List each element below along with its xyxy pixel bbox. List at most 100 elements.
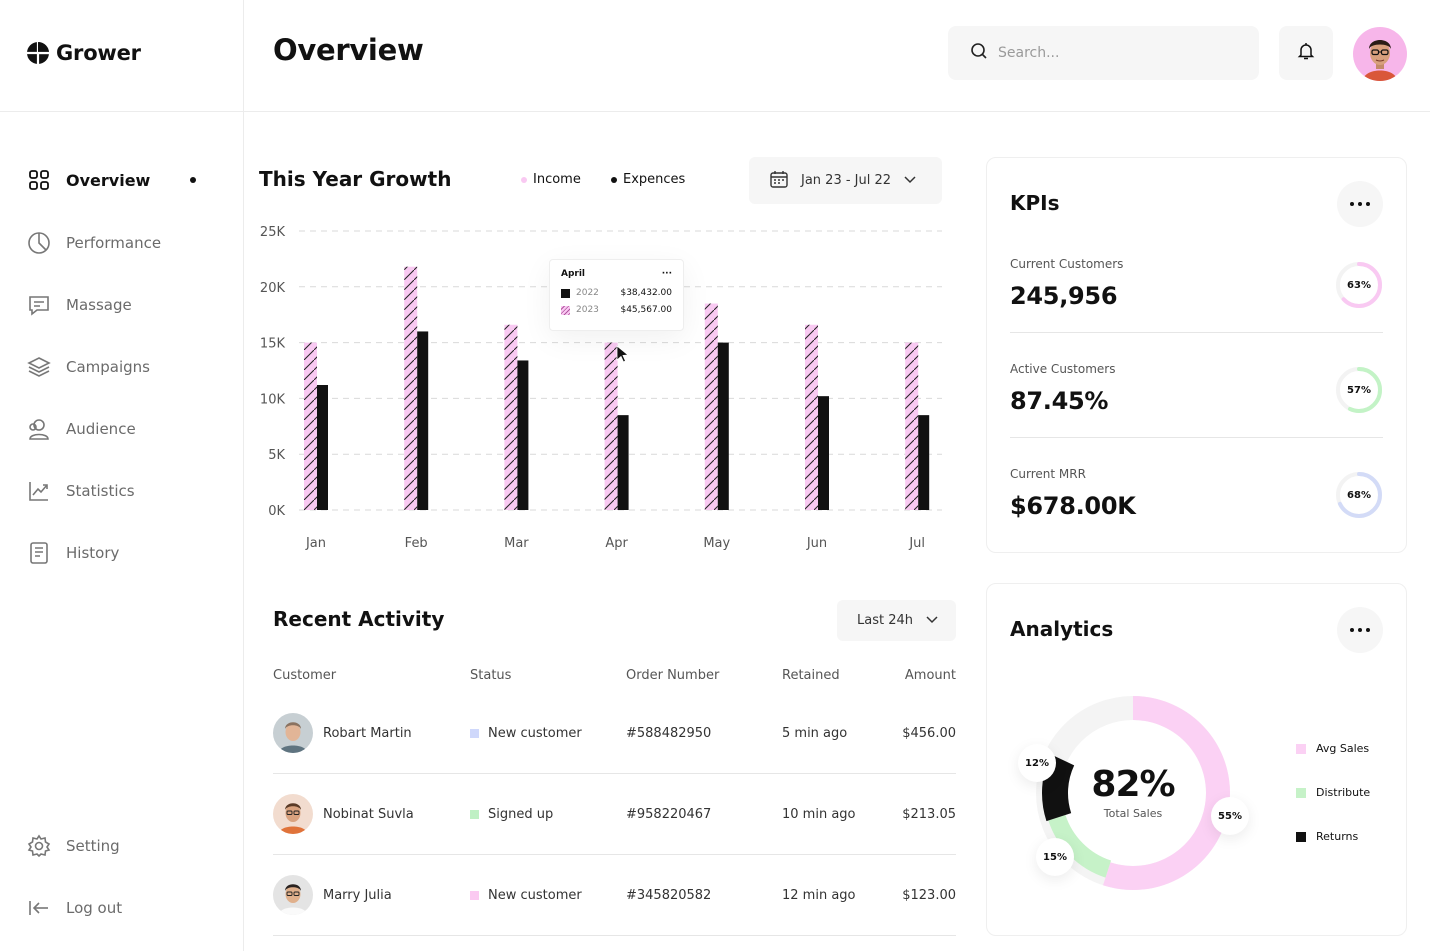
time-filter-label: Last 24h [857, 613, 913, 628]
logout-icon [26, 895, 52, 921]
more-dot [1366, 202, 1370, 206]
tooltip-swatch [561, 288, 570, 298]
sidebar-item-campaigns[interactable]: Campaigns [26, 354, 150, 380]
kpi-divider [1010, 332, 1383, 333]
x-tick-label: Jan [305, 536, 326, 551]
recent-activity-title: Recent Activity [273, 607, 445, 631]
status-indicator [470, 809, 479, 819]
more-dot [1358, 628, 1362, 632]
bar-income[interactable] [504, 324, 518, 510]
page-title: Overview [273, 33, 424, 67]
legend-dot [521, 176, 527, 183]
donut-segment-returns[interactable] [1042, 754, 1075, 822]
status-label: New customer [488, 887, 582, 903]
header-divider [244, 111, 1430, 112]
sidebar-item-setting[interactable]: Setting [26, 833, 120, 859]
analytics-more-button[interactable] [1337, 607, 1383, 653]
amount: $213.05 [902, 806, 956, 822]
users-icon [26, 416, 52, 442]
notifications-button[interactable] [1279, 26, 1333, 80]
bar-expences[interactable] [818, 396, 829, 510]
column-header-customer[interactable]: Customer [273, 668, 336, 683]
kpi-divider [1010, 437, 1383, 438]
status-cell: New customer [470, 693, 582, 773]
sidebar-item-performance[interactable]: Performance [26, 230, 161, 256]
customer-avatar [273, 875, 313, 915]
kpi-label: Current Customers [1010, 257, 1124, 271]
x-tick-label: Jul [908, 536, 925, 551]
message-icon [26, 292, 52, 318]
bar-income[interactable] [304, 342, 317, 510]
search-input[interactable] [998, 45, 1238, 61]
bar-expences[interactable] [918, 415, 930, 510]
status-label: New customer [488, 725, 582, 741]
retained-time: 10 min ago [782, 806, 856, 822]
tooltip-value: $38,432.00 [620, 288, 672, 298]
x-tick-label: Jun [806, 536, 827, 551]
bar-income[interactable] [604, 342, 618, 510]
date-range-picker[interactable]: Jan 23 - Jul 22 [749, 157, 942, 204]
sidebar-item-label: Audience [66, 420, 136, 438]
app-logo[interactable]: Grower [26, 40, 141, 66]
logo-icon [27, 42, 49, 64]
donut-label-returns: 12% [1018, 744, 1056, 782]
customer-name: Robart Martin [323, 725, 412, 741]
customer-avatar [273, 794, 313, 834]
tooltip-row: 2023 $45,567.00 [561, 305, 672, 315]
search-bar[interactable] [948, 26, 1259, 80]
sidebar-item-label: Overview [66, 170, 151, 190]
bar-income[interactable] [404, 266, 418, 510]
column-header-order-number[interactable]: Order Number [626, 668, 719, 683]
logout-button[interactable]: Log out [26, 895, 122, 921]
bar-income[interactable] [704, 303, 718, 510]
table-row[interactable]: Nobinat Suvla Signed up #958220467 10 mi… [273, 774, 956, 855]
kpi-value: 245,956 [1010, 282, 1118, 310]
status-cell: Signed up [470, 774, 553, 854]
tooltip-value: $45,567.00 [620, 305, 672, 315]
tooltip-month: April [561, 269, 586, 279]
column-header-status[interactable]: Status [470, 668, 511, 683]
sidebar-item-history[interactable]: History [26, 540, 119, 566]
date-range-label: Jan 23 - Jul 22 [801, 173, 892, 188]
legend-distribute: Distribute [1296, 786, 1370, 799]
table-row[interactable]: Marry Julia New customer #345820582 12 m… [273, 855, 956, 936]
app-name: Grower [56, 41, 141, 65]
gear-icon [26, 833, 52, 859]
sidebar-item-statistics[interactable]: Statistics [26, 478, 135, 504]
y-tick-label: 15K [260, 337, 286, 352]
bar-expences[interactable] [717, 342, 729, 510]
user-avatar[interactable] [1353, 27, 1407, 81]
logout-label: Log out [66, 899, 123, 917]
growth-chart-title: This Year Growth [259, 167, 452, 191]
sidebar-item-massage[interactable]: Massage [26, 292, 132, 318]
bar-expences[interactable] [517, 360, 529, 510]
legend-label: Avg Sales [1316, 742, 1370, 755]
kpi-label: Current MRR [1010, 467, 1086, 481]
kpi-value: 87.45% [1010, 387, 1109, 415]
sidebar-item-overview[interactable]: Overview [26, 167, 150, 193]
legend-income: Income [521, 172, 581, 187]
kpi-value: $678.00K [1010, 492, 1136, 520]
retained-time: 12 min ago [782, 887, 856, 903]
kpis-more-button[interactable] [1337, 181, 1383, 227]
sidebar-item-audience[interactable]: Audience [26, 416, 136, 442]
bar-expences[interactable] [317, 385, 328, 510]
donut-center-label: Total Sales [1103, 807, 1163, 820]
kpi-label: Active Customers [1010, 362, 1116, 376]
bar-income[interactable] [905, 342, 919, 510]
customer-name: Marry Julia [323, 887, 392, 903]
bar-expences[interactable] [617, 415, 629, 510]
column-header-retained[interactable]: Retained [782, 668, 840, 683]
column-header-amount[interactable]: Amount [905, 668, 956, 683]
order-number: #588482950 [626, 725, 712, 741]
legend-label: Distribute [1316, 786, 1371, 799]
legend-swatch [1296, 831, 1306, 842]
legend-swatch [1296, 743, 1306, 754]
y-tick-label: 5K [268, 448, 285, 463]
bar-income[interactable] [805, 324, 818, 510]
table-row[interactable]: Robart Martin New customer #588482950 5 … [273, 693, 956, 774]
time-filter-dropdown[interactable]: Last 24h [837, 600, 956, 641]
bar-expences[interactable] [417, 331, 429, 510]
donut-center-value: 82% [1091, 764, 1175, 805]
tooltip-menu-icon[interactable]: ··· [662, 269, 672, 279]
